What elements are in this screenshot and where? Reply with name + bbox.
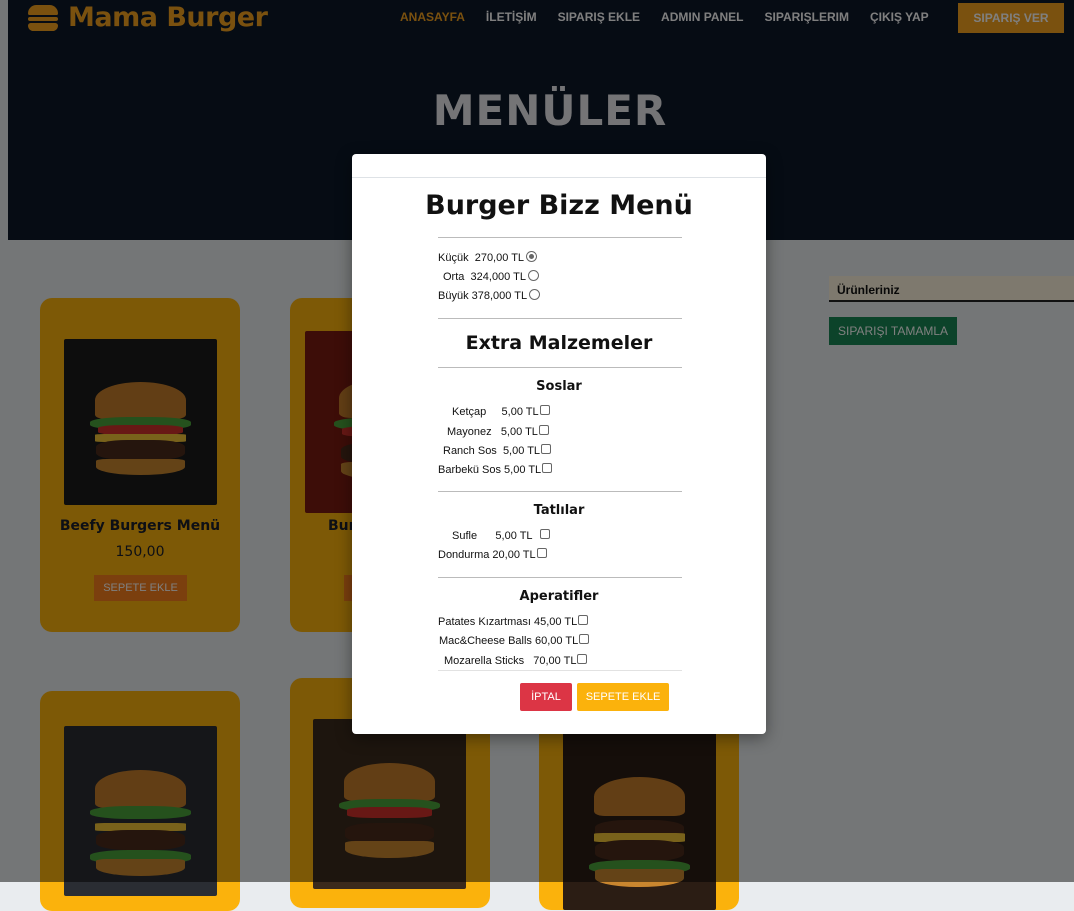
checkbox[interactable] [539, 529, 550, 539]
checkbox[interactable] [538, 425, 549, 435]
size-option-large[interactable]: Büyük 378,000 TL [438, 289, 541, 302]
size-price: 270,00 TL [474, 252, 525, 264]
cancel-button[interactable]: İPTAL [520, 683, 572, 711]
extra-label: Mozarella Sticks [444, 655, 525, 667]
extra-label: Ranch Sos [443, 445, 497, 457]
extra-label: Ketçap [452, 406, 487, 418]
extra-option[interactable]: Mozarella Sticks 70,00 TL [444, 654, 588, 667]
modal-header-divider [352, 177, 766, 178]
extra-label: Mac&Cheese Balls [439, 635, 532, 647]
divider [438, 318, 682, 319]
extra-option[interactable]: Patates Kızartması 45,00 TL [438, 615, 589, 628]
size-price: 378,000 TL [471, 290, 528, 302]
radio-button[interactable] [526, 251, 538, 262]
extra-option[interactable]: Ketçap 5,00 TL [452, 405, 550, 418]
size-price: 324,000 TL [470, 271, 526, 283]
size-option-small[interactable]: Küçük 270,00 TL [438, 251, 538, 264]
divider [438, 237, 682, 238]
extra-label: Patates Kızartması [438, 616, 531, 628]
radio-button[interactable] [528, 270, 539, 281]
divider [438, 491, 682, 492]
modal-title: Burger Bizz Menü [425, 190, 693, 221]
checkbox[interactable] [577, 654, 588, 664]
extra-price: 5,00 TL [502, 445, 541, 457]
divider [438, 670, 682, 671]
extras-title: Extra Malzemeler [465, 332, 653, 354]
extra-price: 45,00 TL [534, 616, 578, 628]
group-title-desserts: Tatlılar [533, 503, 585, 518]
checkbox[interactable] [579, 634, 590, 644]
size-label: Büyük [438, 290, 469, 302]
checkbox[interactable] [536, 548, 547, 558]
menu-options-modal: Burger Bizz Menü Küçük 270,00 TL Orta 32… [352, 154, 766, 734]
size-option-medium[interactable]: Orta 324,000 TL [443, 270, 539, 283]
extra-label: Mayonez [447, 426, 492, 438]
size-label: Orta [443, 271, 465, 283]
extra-option[interactable]: Dondurma 20,00 TL [438, 548, 547, 561]
extra-price: 60,00 TL [535, 635, 579, 647]
extra-label: Barbekü Sos [438, 464, 501, 476]
extra-price: 5,00 TL [500, 426, 538, 438]
checkbox[interactable] [542, 463, 553, 473]
checkbox[interactable] [541, 444, 552, 454]
radio-button[interactable] [529, 289, 541, 300]
extra-price: 70,00 TL [533, 655, 577, 667]
extra-price: 20,00 TL [492, 549, 536, 561]
extra-option[interactable]: Mayonez 5,00 TL [447, 425, 549, 438]
extra-option[interactable]: Ranch Sos 5,00 TL [443, 444, 552, 457]
divider [438, 577, 682, 578]
extra-label: Sufle [452, 530, 478, 542]
extra-price: 5,00 TL [495, 530, 533, 542]
extra-label: Dondurma [438, 549, 490, 561]
group-title-appetizers: Aperatifler [519, 589, 599, 604]
checkbox[interactable] [578, 615, 589, 625]
add-to-cart-button[interactable]: SEPETE EKLE [577, 683, 669, 711]
checkbox[interactable] [539, 405, 550, 415]
group-title-sauces: Soslar [536, 379, 582, 394]
extra-option[interactable]: Barbekü Sos 5,00 TL [438, 463, 553, 476]
extra-price: 5,00 TL [501, 406, 539, 418]
extra-price: 5,00 TL [504, 464, 542, 476]
extra-option[interactable]: Sufle 5,00 TL [452, 529, 550, 542]
extra-option[interactable]: Mac&Cheese Balls 60,00 TL [439, 634, 590, 647]
size-label: Küçük [438, 252, 469, 264]
divider [438, 367, 682, 368]
